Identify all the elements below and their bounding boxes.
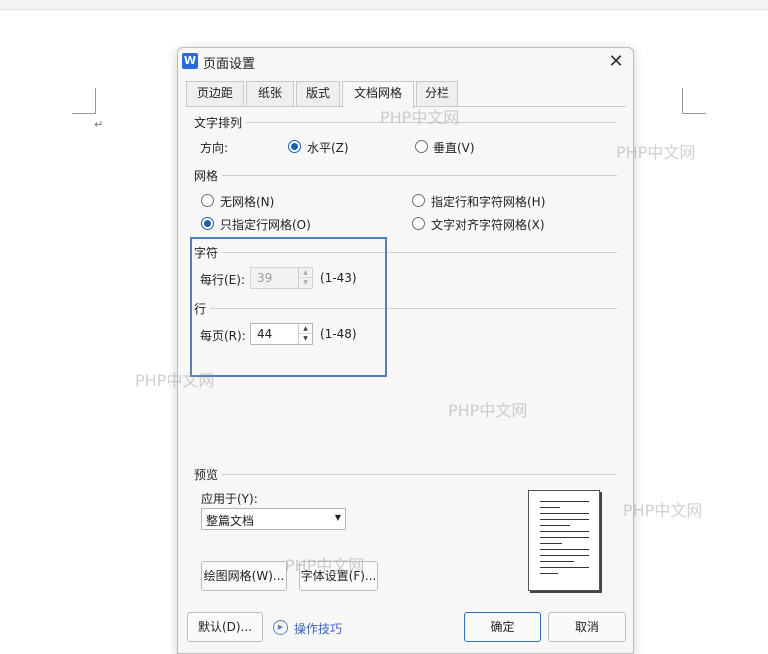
watermark-text: PHP中文网 bbox=[623, 501, 703, 520]
dialog-titlebar: W 页面设置 ✕ bbox=[178, 48, 633, 76]
line-only-grid-label[interactable]: 只指定行网格(O) bbox=[220, 216, 311, 233]
tab-layout[interactable]: 版式 bbox=[296, 81, 340, 106]
text-layout-group-label: 文字排列 bbox=[194, 114, 247, 131]
grid-group-line bbox=[194, 175, 617, 176]
text-layout-group-line bbox=[194, 122, 617, 123]
wps-writer-icon: W bbox=[182, 53, 198, 69]
preview-group-line bbox=[194, 474, 617, 475]
highlight-annotation-box bbox=[190, 237, 387, 377]
horizontal-radio[interactable] bbox=[288, 140, 301, 153]
apply-to-value: 整篇文档 bbox=[206, 514, 255, 528]
preview-group-label: 预览 bbox=[194, 466, 223, 483]
line-and-char-grid-radio[interactable] bbox=[412, 194, 425, 207]
ok-button[interactable]: 确定 bbox=[464, 612, 541, 642]
page-corner-mark-right bbox=[682, 88, 706, 114]
vertical-label[interactable]: 垂直(V) bbox=[433, 139, 475, 156]
tab-paper[interactable]: 纸张 bbox=[246, 81, 294, 106]
vertical-radio[interactable] bbox=[415, 140, 428, 153]
paragraph-mark-icon: ↵ bbox=[94, 118, 104, 131]
document-top-bar bbox=[0, 0, 768, 10]
tab-margins[interactable]: 页边距 bbox=[186, 81, 244, 106]
no-grid-radio[interactable] bbox=[201, 194, 214, 207]
chevron-down-icon: ▼ bbox=[334, 513, 341, 522]
apply-to-label: 应用于(Y): bbox=[201, 492, 258, 506]
play-circle-icon[interactable]: ▶ bbox=[273, 620, 288, 635]
close-button[interactable]: ✕ bbox=[605, 51, 627, 73]
line-only-grid-radio[interactable] bbox=[201, 217, 214, 230]
draw-grid-button[interactable]: 绘图网格(W)... bbox=[201, 561, 287, 591]
no-grid-label[interactable]: 无网格(N) bbox=[220, 193, 274, 210]
horizontal-label[interactable]: 水平(Z) bbox=[307, 139, 349, 156]
close-icon: ✕ bbox=[608, 51, 624, 72]
cancel-button[interactable]: 取消 bbox=[548, 612, 626, 642]
default-button[interactable]: 默认(D)... bbox=[187, 612, 263, 642]
dialog-title: 页面设置 bbox=[203, 57, 256, 72]
align-char-grid-label[interactable]: 文字对齐字符网格(X) bbox=[431, 216, 545, 233]
apply-to-select[interactable]: 整篇文档 ▼ bbox=[201, 508, 346, 530]
tab-columns[interactable]: 分栏 bbox=[416, 81, 458, 106]
tips-link[interactable]: 操作技巧 bbox=[294, 620, 342, 637]
tab-document-grid[interactable]: 文档网格 bbox=[342, 81, 414, 108]
line-and-char-grid-label[interactable]: 指定行和字符网格(H) bbox=[431, 193, 545, 210]
page-preview-thumbnail bbox=[528, 490, 600, 591]
direction-label: 方向: bbox=[200, 141, 229, 155]
page-corner-mark-left bbox=[72, 88, 96, 114]
grid-group-label: 网格 bbox=[194, 167, 223, 184]
align-char-grid-radio[interactable] bbox=[412, 217, 425, 230]
font-settings-button[interactable]: 字体设置(F)... bbox=[299, 561, 378, 591]
